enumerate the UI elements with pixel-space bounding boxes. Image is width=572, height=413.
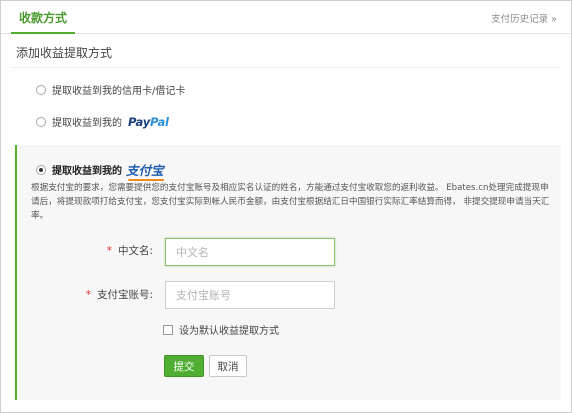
option-alipay[interactable]: 提取收益到我的 支付宝 (36, 160, 164, 181)
default-method-label: 设为默认收益提取方式 (179, 326, 279, 337)
chinese-name-input[interactable] (165, 238, 335, 266)
tab-bar: 收款方式 支付历史记录 » (1, 1, 571, 34)
account-field-label: * 支付宝账号: (85, 289, 153, 301)
option-paypal[interactable]: 提取收益到我的 PayPal (36, 114, 169, 129)
default-method-row[interactable]: 设为默认收益提取方式 (163, 322, 279, 337)
tab-payment-methods[interactable]: 收款方式 (11, 1, 76, 34)
option-paypal-label: 提取收益到我的 (52, 118, 122, 129)
withdrawal-settings-page: 收款方式 支付历史记录 » 添加收益提取方式 提取收益到我的信用卡/借记卡 提取… (0, 0, 572, 413)
default-method-checkbox[interactable] (163, 324, 173, 335)
submit-button[interactable]: 提交 (164, 355, 204, 377)
alipay-account-input[interactable] (165, 281, 335, 309)
radio-card[interactable] (36, 84, 46, 95)
alipay-logo: 支付宝 (126, 160, 164, 181)
paypal-logo: PayPal (128, 114, 169, 129)
option-card-label: 提取收益到我的信用卡/借记卡 (52, 86, 186, 97)
radio-paypal[interactable] (36, 116, 46, 127)
required-mark: * (85, 289, 91, 301)
divider (11, 67, 561, 68)
cancel-button[interactable]: 取消 (209, 355, 247, 377)
required-mark: * (106, 245, 112, 257)
option-alipay-label: 提取收益到我的 (52, 166, 122, 177)
payment-history-link[interactable]: 支付历史记录 » (491, 11, 557, 25)
alipay-description: 根据支付宝的要求，您需要提供您的支付宝账号及相应实名认证的姓名，方能通过支付宝收… (31, 183, 550, 221)
option-card[interactable]: 提取收益到我的信用卡/借记卡 (36, 82, 185, 97)
section-title: 添加收益提取方式 (16, 46, 113, 60)
name-field-label: * 中文名: (106, 245, 153, 257)
radio-alipay[interactable] (36, 164, 46, 175)
